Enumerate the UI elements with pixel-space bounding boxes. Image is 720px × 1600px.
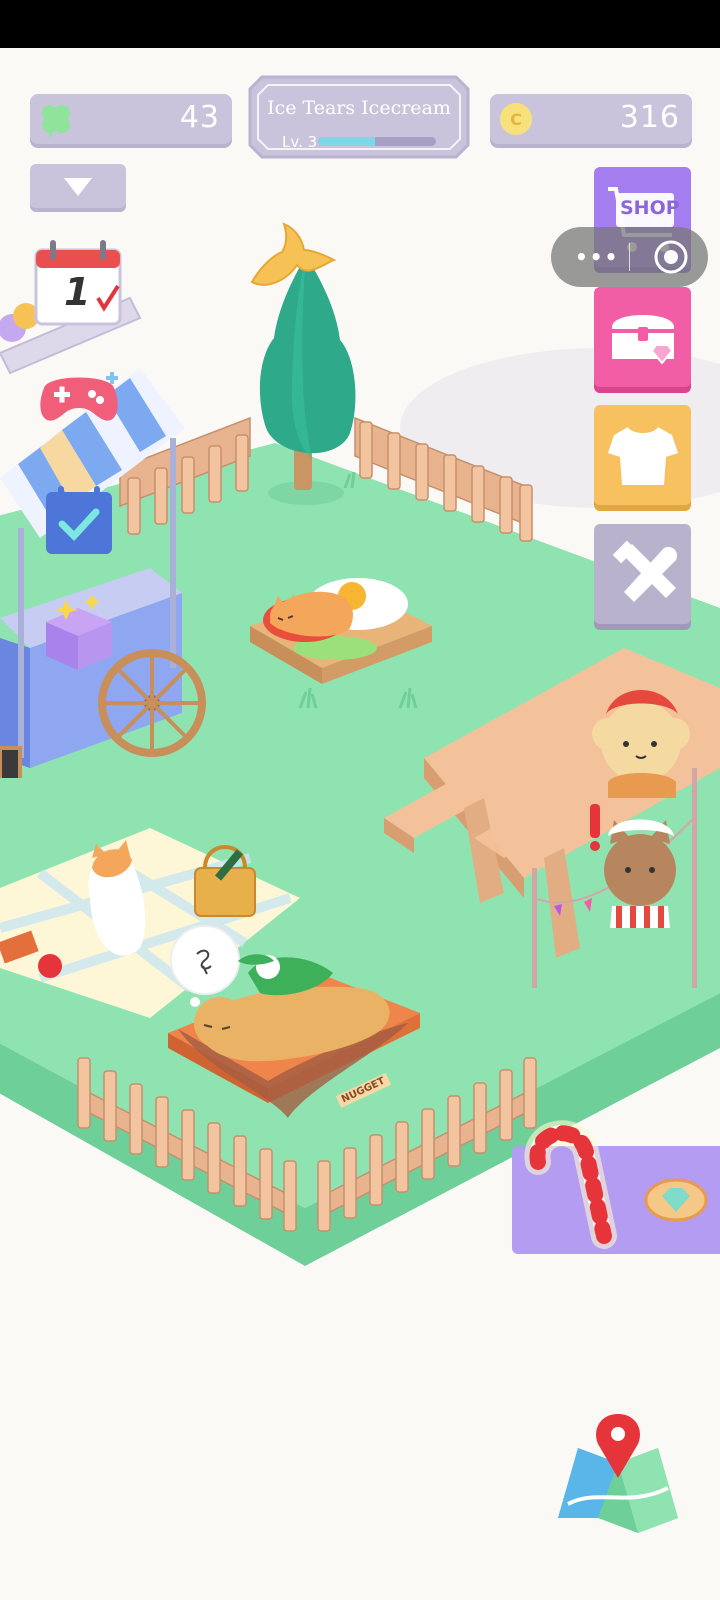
- close-target-icon[interactable]: [651, 237, 691, 277]
- level-progress-bar: [318, 137, 436, 146]
- capsule-divider: [629, 243, 630, 271]
- status-bar: [0, 0, 720, 48]
- checklist-icon: [46, 486, 112, 554]
- level-label: Lv. 3: [282, 133, 318, 151]
- candy-cane-icon[interactable]: [500, 1110, 630, 1260]
- map-button[interactable]: [548, 1408, 688, 1538]
- gift-box-button[interactable]: [36, 590, 122, 676]
- menu-toggle-button[interactable]: [30, 164, 126, 208]
- coin-counter[interactable]: C 316: [490, 94, 692, 144]
- map-icon: [558, 1414, 678, 1533]
- level-progress-fill: [318, 137, 375, 146]
- dropdown-arrow-icon: [64, 178, 92, 196]
- clover-count: 43: [179, 100, 220, 135]
- shirt-icon: [608, 427, 678, 485]
- gift-box-icon: [46, 594, 112, 670]
- shop-label: SHOP: [620, 197, 680, 219]
- svg-text:C: C: [510, 110, 522, 129]
- daily-calendar-button[interactable]: 1: [32, 236, 124, 328]
- minigame-button[interactable]: [34, 366, 124, 432]
- clover-icon: [42, 105, 70, 138]
- calendar-day: 1: [64, 270, 91, 314]
- treasure-chest-icon: [612, 315, 674, 365]
- checklist-button[interactable]: [44, 484, 114, 556]
- gem-icon: [644, 1178, 708, 1222]
- level-badge[interactable]: Ice Tears Icecream Lv. 3: [248, 75, 470, 159]
- treasure-chest-button[interactable]: [594, 287, 691, 387]
- wardrobe-button[interactable]: [594, 405, 691, 505]
- coin-count: 316: [619, 100, 680, 135]
- clover-counter[interactable]: 43: [30, 94, 232, 144]
- tools-icon: [612, 540, 678, 602]
- system-capsule[interactable]: •••: [551, 227, 708, 287]
- coin-icon: C: [500, 103, 532, 135]
- tools-button[interactable]: [594, 524, 691, 624]
- level-name: Ice Tears Icecream: [267, 97, 451, 119]
- more-options-icon[interactable]: •••: [575, 245, 619, 269]
- gamepad-icon: [40, 372, 118, 421]
